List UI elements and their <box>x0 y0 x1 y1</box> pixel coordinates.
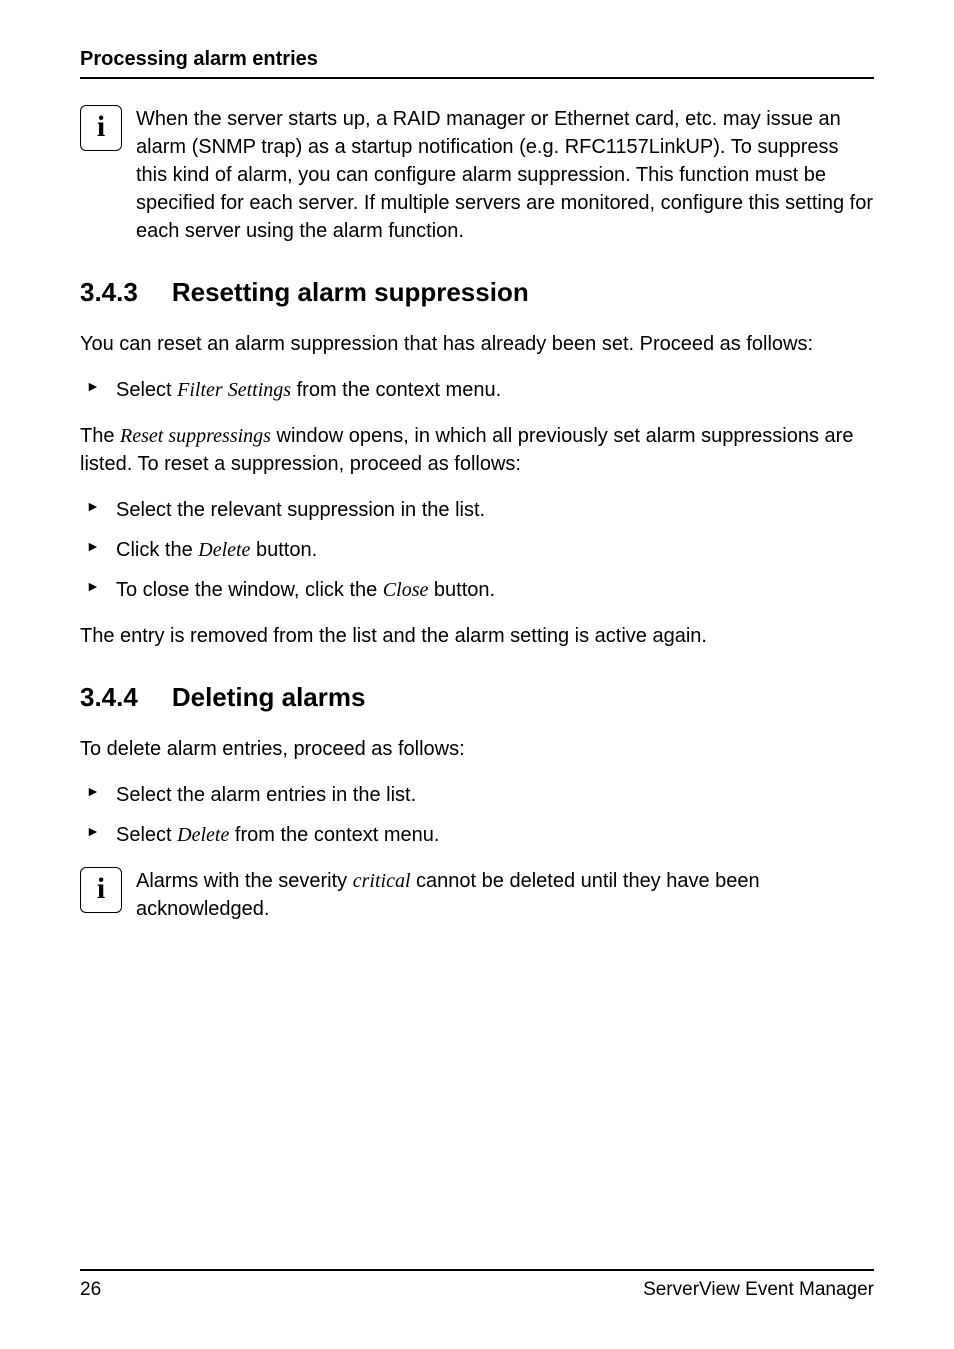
step-italic: Close <box>383 579 429 601</box>
info-italic: critical <box>353 870 411 892</box>
section-344-num: 3.4.4 <box>80 682 138 713</box>
info-icon: i <box>80 867 122 913</box>
step-text: button. <box>250 539 317 561</box>
header-rule <box>80 77 874 79</box>
section-343-num: 3.4.3 <box>80 277 138 308</box>
step-text: from the context menu. <box>291 379 501 401</box>
section-344-intro: To delete alarm entries, proceed as foll… <box>80 735 874 763</box>
section-344-title: Deleting alarms <box>172 682 366 712</box>
section-343-steps-b: Select the relevant suppression in the l… <box>80 496 874 604</box>
step-select-suppression: Select the relevant suppression in the l… <box>80 496 874 524</box>
step-italic: Delete <box>177 824 229 846</box>
step-text: To close the window, click the <box>116 579 383 601</box>
step-text: Select <box>116 379 177 401</box>
step-italic: Delete <box>198 539 250 561</box>
step-text: from the context menu. <box>229 824 439 846</box>
info-callout-2: i Alarms with the severity critical cann… <box>80 867 874 923</box>
step-filter-settings: Select Filter Settings from the context … <box>80 376 874 404</box>
step-text: Click the <box>116 539 198 561</box>
info-text: Alarms with the severity <box>136 870 353 892</box>
page-footer: 26 ServerView Event Manager <box>80 1269 874 1301</box>
info-icon: i <box>80 105 122 151</box>
section-344-heading: 3.4.4 Deleting alarms <box>80 682 874 713</box>
footer-rule <box>80 1269 874 1271</box>
footer-page-number: 26 <box>80 1279 101 1301</box>
info-text-1: When the server starts up, a RAID manage… <box>136 105 874 245</box>
step-select-alarms: Select the alarm entries in the list. <box>80 781 874 809</box>
para-text: The <box>80 425 120 447</box>
info-callout-1: i When the server starts up, a RAID mana… <box>80 105 874 245</box>
info-text-2: Alarms with the severity critical cannot… <box>136 867 874 923</box>
section-343-para2: The Reset suppressings window opens, in … <box>80 422 874 478</box>
step-click-close: To close the window, click the Close but… <box>80 576 874 604</box>
section-343-heading: 3.4.3 Resetting alarm suppression <box>80 277 874 308</box>
step-text: button. <box>428 579 495 601</box>
para-italic: Reset suppressings <box>120 425 271 447</box>
running-header: Processing alarm entries <box>80 48 874 71</box>
step-select-delete: Select Delete from the context menu. <box>80 821 874 849</box>
step-click-delete: Click the Delete button. <box>80 536 874 564</box>
section-344-steps: Select the alarm entries in the list. Se… <box>80 781 874 849</box>
section-343-closing: The entry is removed from the list and t… <box>80 622 874 650</box>
step-italic: Filter Settings <box>177 379 291 401</box>
footer-product-name: ServerView Event Manager <box>643 1279 874 1301</box>
section-343-intro: You can reset an alarm suppression that … <box>80 330 874 358</box>
section-343-steps-a: Select Filter Settings from the context … <box>80 376 874 404</box>
step-text: Select <box>116 824 177 846</box>
section-343-title: Resetting alarm suppression <box>172 277 529 307</box>
